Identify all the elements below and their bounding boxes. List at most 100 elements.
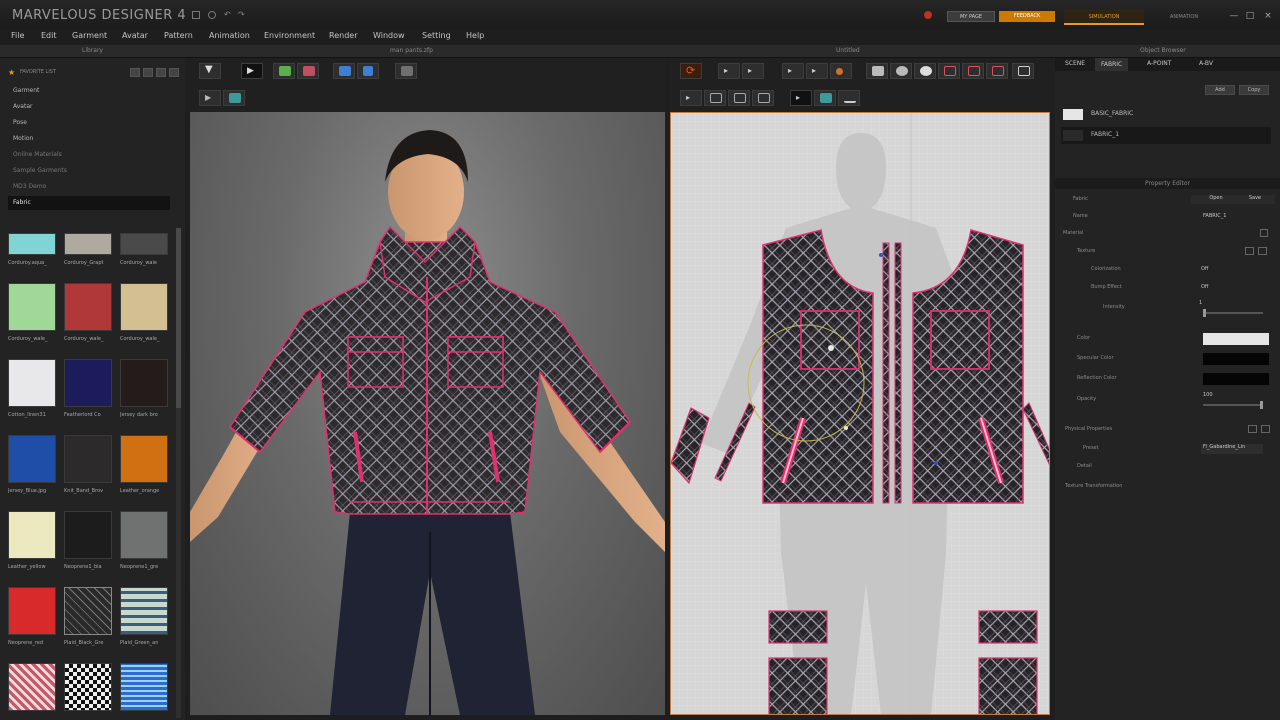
library-item-avatar[interactable]: Avatar bbox=[8, 100, 170, 114]
bump-effect-value[interactable]: Off bbox=[1201, 284, 1208, 290]
simulate-button[interactable] bbox=[273, 63, 295, 79]
fabric-swatch[interactable] bbox=[120, 663, 168, 711]
texture-clear-icon[interactable] bbox=[1258, 247, 1267, 255]
add-point-button[interactable] bbox=[830, 63, 852, 79]
fabric-swatch[interactable] bbox=[120, 435, 168, 483]
library-list-view-icon[interactable] bbox=[143, 68, 153, 77]
fabric-list-item[interactable]: BASIC_FABRIC bbox=[1061, 106, 1271, 123]
graphic-tool-button[interactable] bbox=[838, 90, 860, 106]
fabric-swatch[interactable] bbox=[8, 587, 56, 635]
close-button[interactable]: × bbox=[1262, 11, 1274, 21]
maximize-button[interactable]: □ bbox=[1244, 11, 1256, 21]
material-row[interactable]: Material bbox=[1055, 226, 1280, 242]
library-up-icon[interactable] bbox=[156, 68, 166, 77]
fabric-swatch[interactable] bbox=[8, 283, 56, 331]
fabric-swatch[interactable] bbox=[64, 663, 112, 711]
material-reset-icon[interactable] bbox=[1260, 229, 1268, 237]
tab-a-bv[interactable]: A-BV bbox=[1199, 60, 1213, 67]
select-tool-button[interactable]: ▶ bbox=[241, 63, 263, 79]
library-item-garment[interactable]: Garment bbox=[8, 84, 170, 98]
menu-avatar[interactable]: Avatar bbox=[122, 31, 148, 40]
save-icon[interactable] bbox=[192, 11, 200, 19]
notification-icon[interactable] bbox=[924, 11, 932, 19]
add-fabric-button[interactable]: Add bbox=[1205, 85, 1235, 95]
library-scrollbar[interactable] bbox=[176, 228, 181, 718]
refresh-icon[interactable]: ⟳ bbox=[680, 63, 702, 79]
texture-browse-icon[interactable] bbox=[1245, 247, 1254, 255]
fabric-swatch[interactable] bbox=[64, 233, 112, 255]
menu-file[interactable]: File bbox=[11, 31, 24, 40]
animation-mode-tab[interactable]: ANIMATION bbox=[1148, 9, 1220, 25]
fabric-swatch[interactable] bbox=[120, 283, 168, 331]
library-item-pose[interactable]: Pose bbox=[8, 116, 170, 130]
internal-circle-button[interactable] bbox=[962, 63, 984, 79]
fabric-swatch[interactable] bbox=[8, 435, 56, 483]
library-item-motion[interactable]: Motion bbox=[8, 132, 170, 146]
fabric-swatch[interactable] bbox=[120, 233, 168, 255]
texture-row[interactable]: Texture bbox=[1055, 244, 1280, 260]
edit-texture-button[interactable]: ▸ bbox=[790, 90, 812, 106]
view-tool-button[interactable]: ▶ bbox=[199, 90, 221, 106]
open-fabric-button[interactable]: Open bbox=[1191, 195, 1241, 204]
library-item-md3-demo[interactable]: MD3 Demo bbox=[8, 180, 170, 194]
library-scroll-thumb[interactable] bbox=[176, 228, 181, 408]
menu-environment[interactable]: Environment bbox=[264, 31, 315, 40]
rectangle-button[interactable] bbox=[890, 63, 912, 79]
name-input[interactable]: FABRIC_1 bbox=[1203, 213, 1226, 219]
fabric-swatch[interactable] bbox=[8, 233, 56, 255]
colorization-value[interactable]: Off bbox=[1201, 266, 1208, 272]
fabric-swatch[interactable] bbox=[64, 511, 112, 559]
physical-save-icon[interactable] bbox=[1261, 425, 1270, 433]
pin-tool-button[interactable] bbox=[395, 63, 417, 79]
copy-fabric-button[interactable]: Copy bbox=[1239, 85, 1269, 95]
check-sewing-button[interactable] bbox=[752, 90, 774, 106]
dart-button[interactable] bbox=[986, 63, 1008, 79]
menu-render[interactable]: Render bbox=[329, 31, 357, 40]
polygon-button[interactable] bbox=[866, 63, 888, 79]
specular-color-swatch[interactable] bbox=[1203, 353, 1269, 365]
opacity-slider[interactable] bbox=[1203, 401, 1263, 409]
edit-curve-button[interactable]: ▸ bbox=[742, 63, 764, 79]
undo-icon[interactable]: ↶ bbox=[224, 11, 232, 19]
tab-scene[interactable]: SCENE bbox=[1065, 60, 1085, 67]
texture-transformation-row[interactable]: Texture Transformation bbox=[1055, 479, 1280, 495]
viewport-3d[interactable] bbox=[190, 112, 665, 715]
reflection-color-swatch[interactable] bbox=[1203, 373, 1269, 385]
avatar-3d-render[interactable] bbox=[190, 112, 665, 715]
feedback-button[interactable]: FEEDBACK bbox=[999, 11, 1055, 22]
transform-button[interactable]: ▸ bbox=[782, 63, 804, 79]
library-item-fabric[interactable]: Fabric bbox=[8, 196, 170, 210]
fabric-swatch[interactable] bbox=[64, 359, 112, 407]
menu-pattern[interactable]: Pattern bbox=[164, 31, 193, 40]
segment-sewing-button[interactable]: ▸ bbox=[680, 90, 702, 106]
trace-button[interactable] bbox=[1012, 63, 1034, 79]
circle-button[interactable] bbox=[914, 63, 936, 79]
settings-icon[interactable] bbox=[208, 11, 216, 19]
texture-tool-button[interactable] bbox=[223, 90, 245, 106]
menu-help[interactable]: Help bbox=[466, 31, 484, 40]
library-item-sample-garments[interactable]: Sample Garments bbox=[8, 164, 170, 178]
fabric-swatch[interactable] bbox=[120, 359, 168, 407]
physical-properties-row[interactable]: Physical Properties bbox=[1055, 422, 1280, 438]
pattern-2d-canvas[interactable] bbox=[671, 113, 1050, 715]
library-grid-view-icon[interactable] bbox=[130, 68, 140, 77]
fabric-swatch[interactable] bbox=[8, 663, 56, 711]
tack-tool-button[interactable] bbox=[333, 63, 355, 79]
edit-pattern-button[interactable]: ▸ bbox=[718, 63, 740, 79]
intensity-slider-knob[interactable] bbox=[1203, 309, 1206, 317]
fabric-swatch[interactable] bbox=[120, 587, 168, 635]
physical-open-icon[interactable] bbox=[1248, 425, 1257, 433]
menu-garment[interactable]: Garment bbox=[72, 31, 107, 40]
arrow-down-icon[interactable]: ▼ bbox=[199, 63, 221, 79]
fabric-list-item-selected[interactable]: FABRIC_1 bbox=[1061, 127, 1271, 144]
fabric-swatch[interactable] bbox=[64, 435, 112, 483]
my-page-button[interactable]: MY PAGE bbox=[947, 11, 995, 22]
intensity-value[interactable]: 1 bbox=[1199, 300, 1202, 306]
preset-dropdown[interactable]: Fi_Gabardine_Lin bbox=[1201, 444, 1263, 454]
free-sewing-button[interactable] bbox=[704, 90, 726, 106]
edit-sewing-button[interactable] bbox=[728, 90, 750, 106]
tab-a-point[interactable]: A-POINT bbox=[1147, 60, 1171, 67]
tab-fabric[interactable]: FABRIC bbox=[1095, 58, 1129, 71]
gpu-simulate-button[interactable] bbox=[297, 63, 319, 79]
favorite-list-label[interactable]: FAVORITE LIST bbox=[20, 69, 56, 75]
